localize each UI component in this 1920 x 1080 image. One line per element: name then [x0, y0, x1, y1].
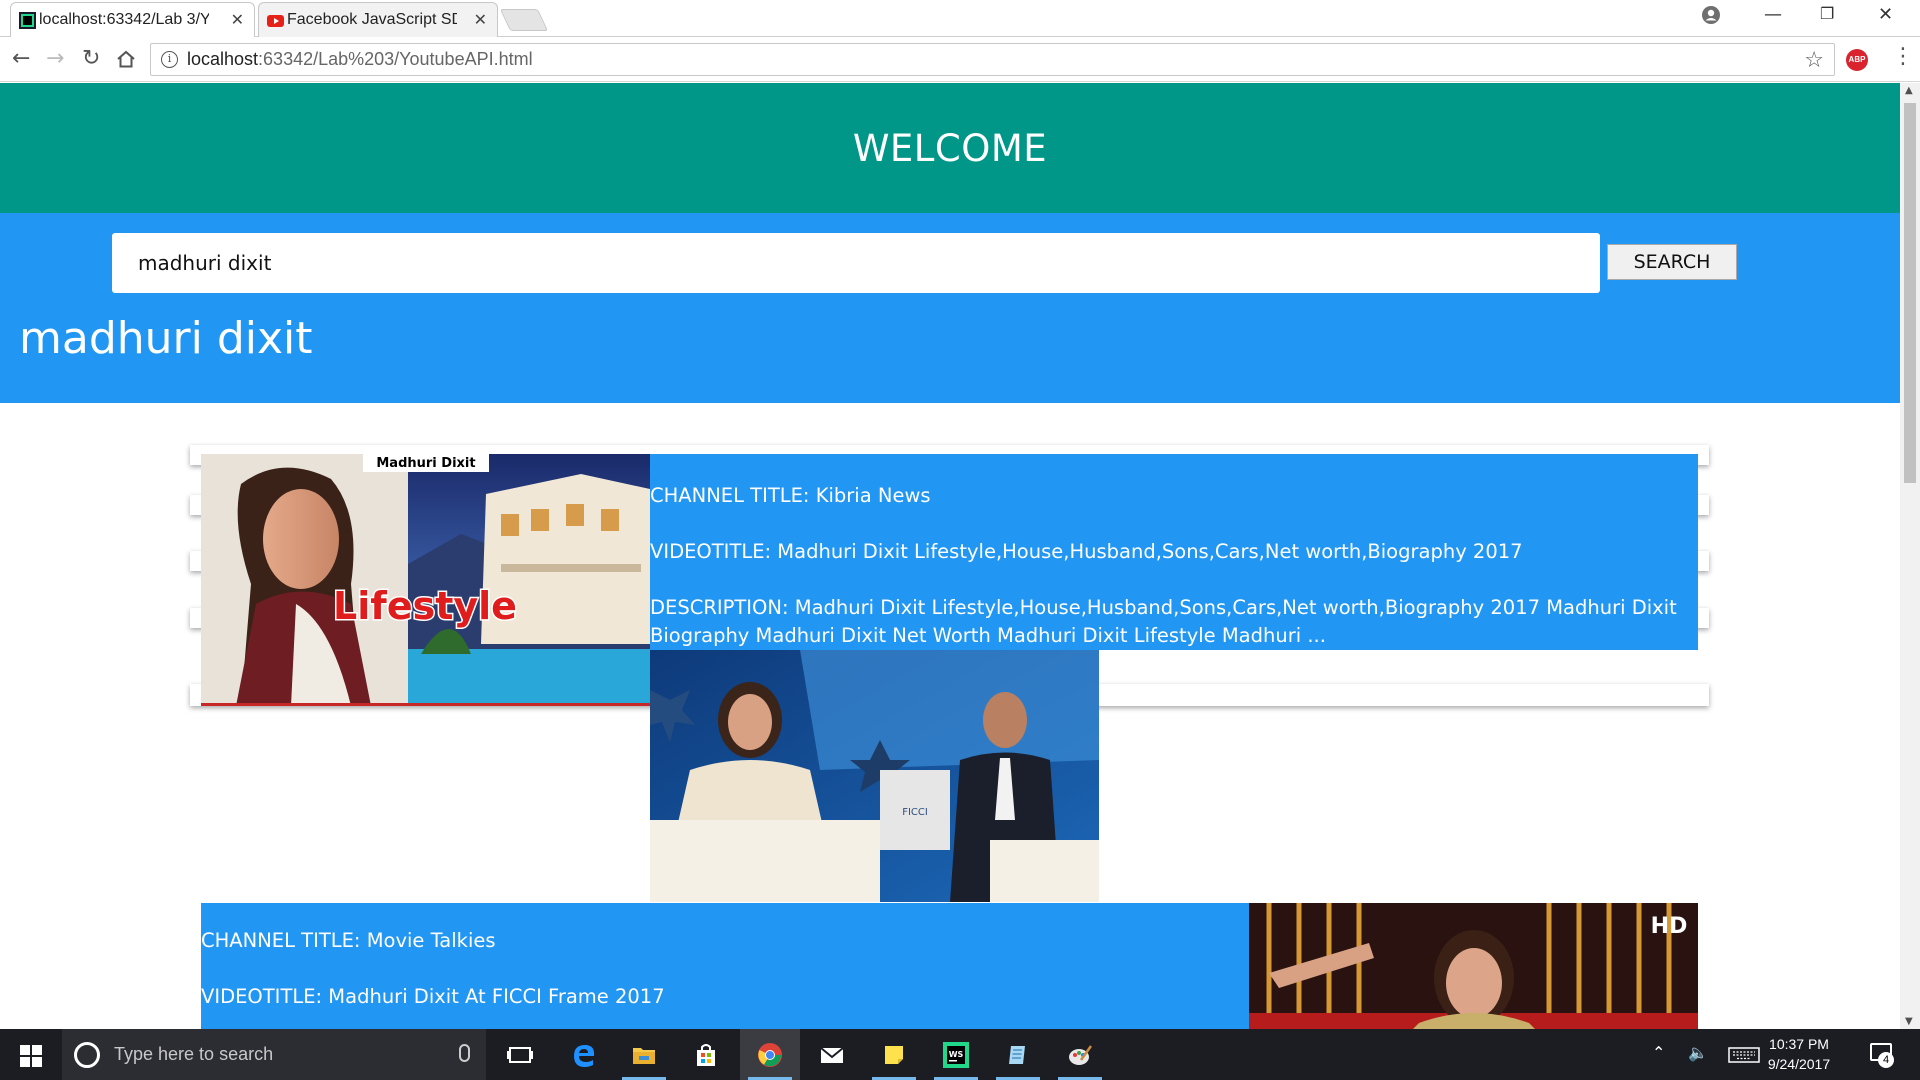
chrome-icon[interactable] — [740, 1029, 800, 1080]
youtube-favicon-icon — [267, 15, 284, 27]
browser-menu-icon[interactable]: ⋮ — [1892, 44, 1914, 69]
profile-icon[interactable] — [1702, 6, 1720, 24]
task-view-icon[interactable] — [490, 1029, 550, 1080]
tab-facebook-sdk[interactable]: Facebook JavaScript SDK ✕ — [258, 2, 498, 37]
reload-icon[interactable]: ↻ — [82, 46, 100, 71]
restore-icon[interactable]: ❐ — [1820, 4, 1834, 23]
tab-localhost[interactable]: localhost:63342/Lab 3/Yo ✕ — [10, 2, 255, 37]
search-section: SEARCH madhuri dixit — [0, 213, 1900, 403]
windows-start-icon[interactable] — [0, 1029, 62, 1080]
home-icon[interactable] — [116, 50, 136, 68]
video-title[interactable]: VIDEOTITLE: Madhuri Dixit At FICCI Frame… — [201, 985, 665, 1008]
bookmark-star-icon[interactable]: ☆ — [1804, 48, 1824, 73]
address-url[interactable]: localhost:63342/Lab%203/YoutubeAPI.html — [187, 49, 533, 70]
new-tab-button[interactable] — [499, 9, 549, 31]
system-clock[interactable]: 10:37 PM 9/24/2017 — [1754, 1034, 1844, 1074]
tab-title: Facebook JavaScript SDK — [287, 11, 457, 28]
svg-text:FICCI: FICCI — [902, 807, 928, 818]
taskbar-search-placeholder: Type here to search — [114, 1044, 274, 1064]
scroll-down-arrow-icon[interactable]: ▼ — [1905, 1016, 1913, 1027]
notepad-icon[interactable] — [988, 1029, 1048, 1080]
scrollbar-thumb[interactable] — [1904, 103, 1916, 483]
clock-time: 10:37 PM — [1769, 1036, 1829, 1052]
page-scrollbar[interactable]: ▲ ▼ — [1900, 83, 1920, 1029]
clock-date: 9/24/2017 — [1767, 1056, 1831, 1072]
cortana-icon[interactable] — [74, 1041, 100, 1068]
file-explorer-icon[interactable] — [614, 1029, 674, 1080]
mail-icon[interactable] — [802, 1029, 862, 1080]
microphone-icon[interactable] — [459, 1044, 470, 1062]
scroll-up-arrow-icon[interactable]: ▲ — [1905, 85, 1913, 96]
close-icon[interactable]: ✕ — [474, 10, 487, 29]
volume-icon[interactable]: 🔈 — [1688, 1043, 1708, 1062]
show-hidden-icons-icon[interactable]: ⌃ — [1652, 1043, 1665, 1062]
video-description: DESCRIPTION: Madhuri Dixit Lifestyle,Hou… — [650, 596, 1677, 647]
video-thumbnail[interactable]: FICCI — [650, 650, 1099, 902]
info-icon[interactable]: i — [161, 51, 178, 68]
store-icon[interactable] — [676, 1029, 736, 1080]
adblock-plus-icon[interactable]: ABP — [1846, 49, 1868, 71]
channel-title: CHANNEL TITLE: Movie Talkies — [201, 929, 496, 952]
result-info-panel: CHANNEL TITLE: Kibria News VIDEOTITLE: M… — [650, 454, 1698, 650]
search-input[interactable] — [112, 233, 1600, 293]
welcome-header: WELCOME — [0, 83, 1900, 213]
welcome-title: WELCOME — [852, 126, 1048, 170]
sticky-notes-icon[interactable] — [864, 1029, 924, 1080]
forward-arrow-icon[interactable]: → — [46, 46, 64, 71]
query-heading: madhuri dixit — [19, 313, 313, 364]
notification-count-badge: 4 — [1878, 1052, 1894, 1068]
browser-toolbar: ← → ↻ i localhost:63342/Lab%203/YoutubeA… — [0, 38, 1920, 82]
video-title[interactable]: VIDEOTITLE: Madhuri Dixit Lifestyle,Hous… — [650, 540, 1523, 563]
webstorm-favicon-icon — [19, 12, 36, 29]
svg-text:WS: WS — [949, 1050, 964, 1059]
close-icon[interactable]: ✕ — [231, 10, 244, 29]
hd-badge: HD — [1651, 914, 1688, 939]
thumbnail-overlay-text: Lifestyle — [333, 584, 517, 628]
edge-browser-icon[interactable] — [554, 1029, 614, 1080]
search-button[interactable]: SEARCH — [1607, 244, 1737, 280]
taskbar-search-box[interactable]: Type here to search — [62, 1029, 486, 1080]
back-arrow-icon[interactable]: ← — [12, 46, 30, 71]
address-bar[interactable]: i localhost:63342/Lab%203/YoutubeAPI.htm… — [150, 43, 1835, 76]
windows-taskbar: Type here to search WS ⌃ 🔈 10:37 PM 9/24… — [0, 1029, 1920, 1080]
minimize-icon[interactable]: — — [1764, 4, 1782, 25]
webstorm-icon[interactable]: WS — [926, 1029, 986, 1080]
page-viewport: WELCOME SEARCH madhuri dixit — [0, 83, 1900, 1029]
paint-icon[interactable] — [1050, 1029, 1110, 1080]
video-thumbnail[interactable]: HD — [1249, 903, 1698, 1029]
video-thumbnail[interactable]: Madhuri Dixit Lifestyle — [201, 454, 650, 706]
close-window-icon[interactable]: ✕ — [1878, 4, 1893, 25]
browser-tab-strip: localhost:63342/Lab 3/Yo ✕ Facebook Java… — [0, 0, 1920, 37]
channel-title: CHANNEL TITLE: Kibria News — [650, 484, 931, 507]
result-info-panel: CHANNEL TITLE: Movie Talkies VIDEOTITLE:… — [201, 903, 1249, 1029]
tab-title: localhost:63342/Lab 3/Yo — [39, 11, 209, 28]
thumbnail-caption: Madhuri Dixit — [376, 456, 475, 471]
